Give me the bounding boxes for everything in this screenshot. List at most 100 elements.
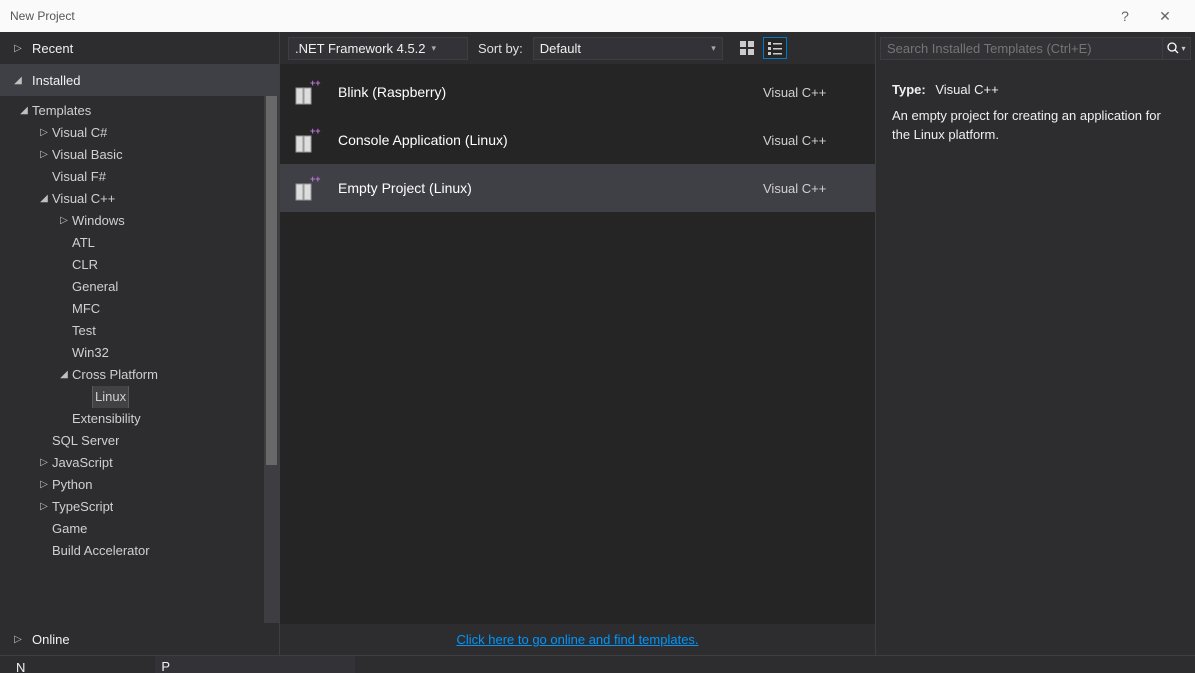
search-button[interactable]: ▾ [1163,37,1191,60]
sidebar-tree-wrap: ◢Templates▷Visual C#▷Visual BasicVisual … [0,96,279,623]
tree-item-label: General [72,276,118,298]
tree-item[interactable]: SQL Server [0,430,264,452]
tree-item[interactable]: ▷TypeScript [0,496,264,518]
tree-item[interactable]: Visual F# [0,166,264,188]
template-language: Visual C++ [763,133,863,148]
tree-item[interactable]: Win32 [0,342,264,364]
sidebar-section-installed[interactable]: ◢ Installed [0,64,279,96]
project-icon: ++ [292,76,324,108]
template-row[interactable]: ++ Blink (Raspberry) Visual C++ [280,68,875,116]
type-label: Type: [892,82,926,97]
template-list: ++ Blink (Raspberry) Visual C++ ++ Consol… [280,64,875,624]
name-input[interactable]: P [155,656,355,673]
tree-item[interactable]: ◢Visual C++ [0,188,264,210]
tree-item[interactable]: MFC [0,298,264,320]
bottom-bar: N P [0,655,1195,673]
tree-item[interactable]: ▷JavaScript [0,452,264,474]
search-icon [1167,42,1179,54]
tree-item[interactable]: ▷Windows [0,210,264,232]
template-name: Console Application (Linux) [338,132,749,148]
type-value: Visual C++ [935,82,998,97]
sidebar-section-recent[interactable]: ▷ Recent [0,32,279,64]
chevron-down-icon: ▾ [711,43,716,54]
sidebar-section-label: Recent [32,41,73,56]
online-link-bar: Click here to go online and find templat… [280,624,875,655]
tree-item[interactable]: General [0,276,264,298]
svg-text:++: ++ [310,78,321,88]
view-toggle [735,37,787,59]
tree-item-label: Visual C# [52,122,107,144]
tree-item-label: Cross Platform [72,364,158,386]
tree-item-label: Game [52,518,87,540]
chevron-down-icon: ◢ [58,364,70,386]
tree-item[interactable]: Game [0,518,264,540]
tree-item-label: Visual F# [52,166,106,188]
tree-item[interactable]: Test [0,320,264,342]
chevron-right-icon: ▷ [12,43,24,54]
tree-item-label: Windows [72,210,125,232]
tree-item-label: SQL Server [52,430,119,452]
tree-item-label: Win32 [72,342,109,364]
template-name: Empty Project (Linux) [338,180,749,196]
sort-combo[interactable]: Default ▾ [533,37,723,60]
chevron-down-icon: ▾ [432,43,437,54]
tree-item-label: Templates [32,100,91,122]
tree-item[interactable]: ▷Visual C# [0,122,264,144]
tree-item[interactable]: Linux [0,386,264,408]
tree-item[interactable]: ▷Visual Basic [0,144,264,166]
tree-item[interactable]: Build Accelerator [0,540,264,562]
scrollbar-thumb[interactable] [266,96,277,465]
chevron-right-icon: ▷ [38,474,50,496]
tree-item-label: ATL [72,232,95,254]
tree-item-label: Build Accelerator [52,540,150,562]
grid-icon [740,41,754,55]
sidebar-section-label: Online [32,632,70,647]
sort-by-label: Sort by: [474,41,527,56]
list-icon [768,41,782,55]
sidebar-tree: ◢Templates▷Visual C#▷Visual BasicVisual … [0,96,264,623]
tree-item-label: CLR [72,254,98,276]
sort-combo-label: Default [540,41,705,56]
tree-item[interactable]: ◢Cross Platform [0,364,264,386]
tree-item-label: Extensibility [72,408,141,430]
template-row[interactable]: ++ Console Application (Linux) Visual C++ [280,116,875,164]
tree-item-label: TypeScript [52,496,113,518]
template-name: Blink (Raspberry) [338,84,749,100]
template-language: Visual C++ [763,85,863,100]
framework-combo[interactable]: .NET Framework 4.5.2 ▾ [288,37,468,60]
view-medium-icons-button[interactable] [735,37,759,59]
chevron-right-icon: ▷ [38,144,50,166]
online-templates-link[interactable]: Click here to go online and find templat… [456,632,698,647]
sidebar-section-online[interactable]: ▷ Online [0,623,279,655]
tree-item-label: Python [52,474,92,496]
tree-item-label: Visual C++ [52,188,115,210]
tree-item-label: MFC [72,298,100,320]
sidebar-scrollbar[interactable] [264,96,279,623]
sidebar-section-label: Installed [32,73,80,88]
view-small-icons-button[interactable] [763,37,787,59]
detail-body: Type: Visual C++ An empty project for cr… [876,64,1195,161]
tree-item[interactable]: ◢Templates [0,100,264,122]
title-bar: New Project ? ✕ [0,0,1195,32]
tree-item[interactable]: ▷Python [0,474,264,496]
tree-item-label: Visual Basic [52,144,123,166]
tree-item-label: JavaScript [52,452,113,474]
close-button[interactable]: ✕ [1145,8,1185,25]
chevron-right-icon: ▷ [12,634,24,645]
center-panel: .NET Framework 4.5.2 ▾ Sort by: Default … [280,32,875,655]
search-input[interactable] [880,37,1163,60]
chevron-right-icon: ▷ [38,452,50,474]
tree-item[interactable]: Extensibility [0,408,264,430]
tree-item[interactable]: CLR [0,254,264,276]
project-icon: ++ [292,172,324,204]
svg-text:++: ++ [310,126,321,136]
tree-item-label: Linux [92,386,129,408]
tree-item[interactable]: ATL [0,232,264,254]
chevron-down-icon: ▾ [1181,44,1185,53]
chevron-right-icon: ▷ [38,496,50,518]
window-title: New Project [10,9,1105,23]
content-area: ▷ Recent ◢ Installed ◢Templates▷Visual C… [0,32,1195,655]
help-button[interactable]: ? [1105,8,1145,24]
template-row[interactable]: ++ Empty Project (Linux)Visual C++ [280,164,875,212]
project-icon: ++ [292,124,324,156]
